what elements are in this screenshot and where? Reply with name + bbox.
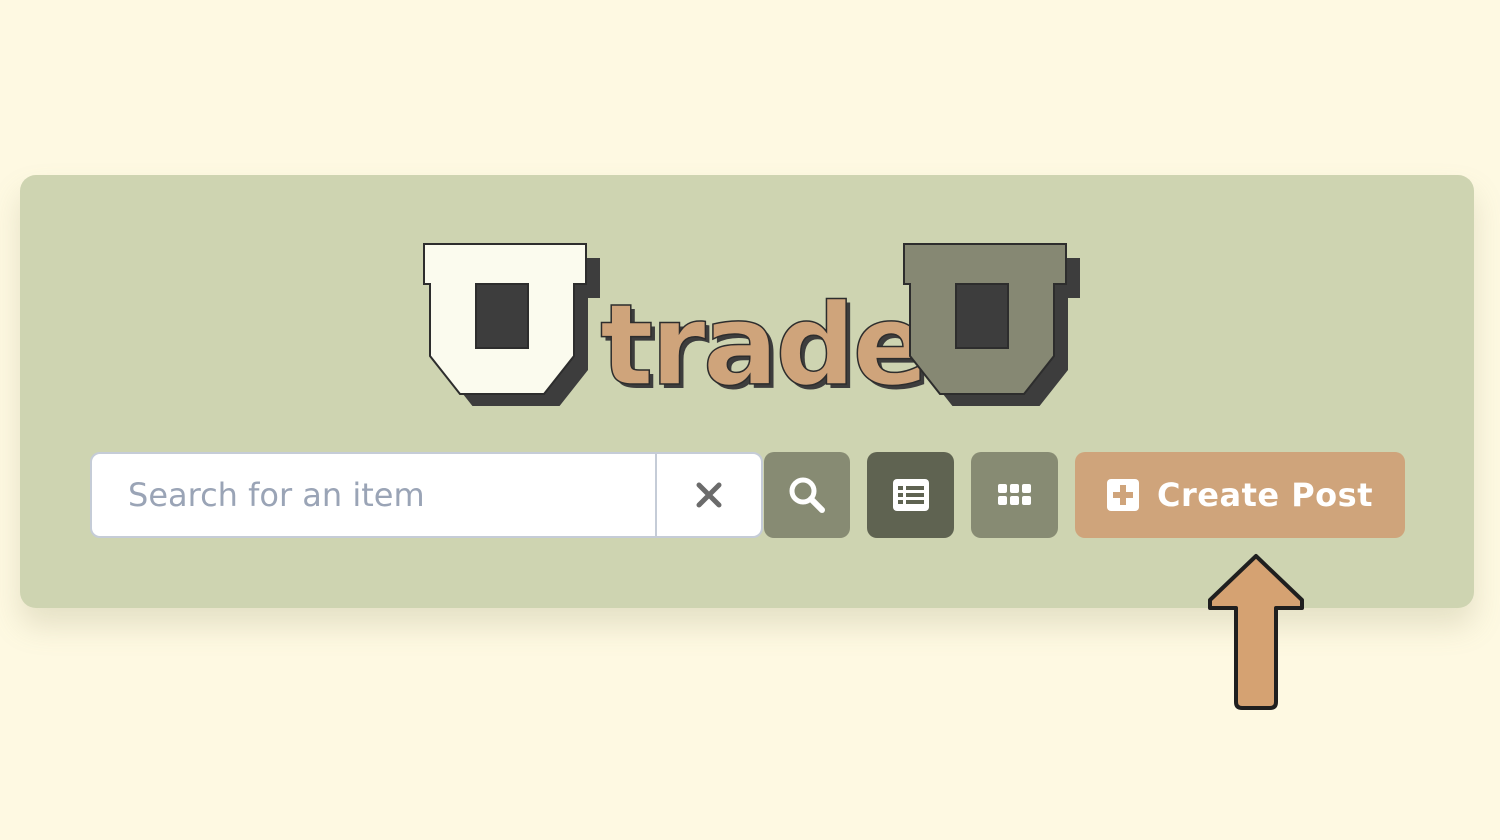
logo-graphic: trade trade: [423, 243, 1080, 406]
create-post-label: Create Post: [1157, 476, 1373, 514]
clear-search-button[interactable]: [657, 454, 761, 536]
up-arrow-icon: [1208, 554, 1304, 710]
search-input[interactable]: [92, 454, 657, 536]
search-box: [90, 452, 763, 538]
close-icon: [696, 482, 722, 508]
list-view-button[interactable]: [867, 452, 954, 538]
list-view-icon: [892, 479, 929, 511]
grid-view-button[interactable]: [971, 452, 1058, 538]
search-icon: [789, 477, 825, 513]
trade-text: trade: [600, 281, 925, 406]
toolbar: Create Post: [90, 452, 1410, 538]
plus-square-icon: [1107, 479, 1139, 511]
search-button[interactable]: [764, 452, 850, 538]
page: trade trade Search for an item Create Po…: [0, 0, 1500, 840]
grid-view-icon: [997, 484, 1031, 505]
create-post-button[interactable]: Create Post: [1075, 452, 1405, 538]
utradeu-logo: trade trade: [416, 234, 1080, 406]
